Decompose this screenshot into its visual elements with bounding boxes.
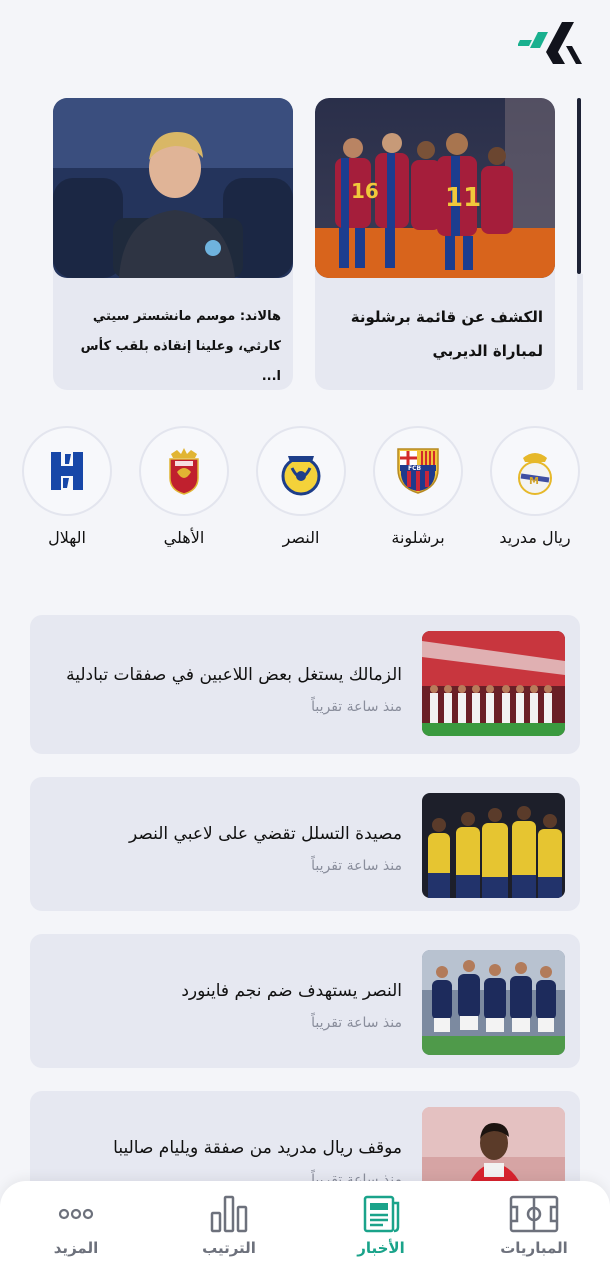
team-al-ahly[interactable]: الأهلي (138, 426, 230, 547)
news-thumbnail (422, 631, 565, 736)
team-real-madrid[interactable]: M ريال مدريد (489, 426, 581, 547)
al-nassr-crest-icon (281, 456, 321, 496)
app-logo (517, 22, 582, 66)
news-time: منذ ساعة تقريباً (311, 698, 402, 715)
team-logo-circle (256, 426, 346, 516)
featured-carousel: 16 11 الكشف عن قائمة برشلونة لمباراة الد… (0, 98, 610, 390)
nav-news[interactable]: الأخبار (326, 1195, 436, 1257)
news-time: منذ ساعة تقريباً (311, 1015, 402, 1031)
nav-matches[interactable]: المباريات (479, 1195, 589, 1257)
team-al-hilal[interactable]: الهلال (21, 426, 113, 547)
featured-title[interactable]: هالاند: موسم مانشستر سيتي كارثي، وعلينا … (53, 278, 293, 390)
news-title[interactable]: الزمالك يستغل بعض اللاعبين في صفقات تباد… (44, 655, 402, 695)
team-logo-circle (22, 426, 112, 516)
team-al-nassr[interactable]: النصر (255, 426, 347, 547)
featured-card-haaland[interactable]: هالاند: موسم مانشستر سيتي كارثي، وعلينا … (53, 98, 293, 390)
bottom-navigation: المباريات الأخبار الترتيب المزيد (0, 1181, 610, 1274)
team-name: ريال مدريد (499, 528, 571, 547)
svg-text:16: 16 (351, 179, 379, 203)
news-title[interactable]: مصيدة التسلل تقضي على لاعبي النصر (44, 814, 402, 854)
team-name: الأهلي (163, 528, 205, 547)
team-name: النصر (282, 528, 320, 547)
pitch-icon (509, 1195, 559, 1233)
real-madrid-crest-icon: M (518, 453, 552, 495)
news-text: مصيدة التسلل تقضي على لاعبي النصر منذ سا… (44, 777, 402, 911)
team-logo-circle: FCB (373, 426, 463, 516)
al-ahly-crest-icon (169, 448, 199, 495)
news-time: منذ ساعة تقريباً (311, 858, 402, 874)
news-text: الزمالك يستغل بعض اللاعبين في صفقات تباد… (44, 615, 402, 754)
nav-label: المباريات (500, 1239, 568, 1257)
news-text: النصر يستهدف ضم نجم فاينورد منذ ساعة تقر… (44, 934, 402, 1068)
svg-text:FCB: FCB (408, 465, 422, 472)
featured-card-peek-body (577, 274, 583, 390)
team-logo-circle (139, 426, 229, 516)
news-title[interactable]: موقف ريال مدريد من صفقة ويليام صاليبا (44, 1128, 402, 1168)
team-barcelona[interactable]: FCB برشلونة (372, 426, 464, 547)
featured-image-haaland (53, 98, 293, 278)
team-name: برشلونة (391, 528, 445, 547)
nav-more[interactable]: المزيد (21, 1195, 131, 1257)
newspaper-icon (363, 1195, 400, 1233)
team-logo-circle: M (490, 426, 580, 516)
barcelona-crest-icon: FCB (397, 448, 439, 494)
teams-strip: M ريال مدريد FCB برشلونة النصر الأهلي ال… (0, 426, 610, 556)
svg-text:M: M (529, 476, 539, 487)
nav-label: الترتيب (202, 1239, 256, 1257)
news-item[interactable]: الزمالك يستغل بعض اللاعبين في صفقات تباد… (30, 615, 580, 754)
news-item[interactable]: مصيدة التسلل تقضي على لاعبي النصر منذ سا… (30, 777, 580, 911)
news-thumbnail (422, 793, 565, 898)
nav-standings[interactable]: الترتيب (174, 1195, 284, 1257)
news-item[interactable]: النصر يستهدف ضم نجم فاينورد منذ ساعة تقر… (30, 934, 580, 1068)
news-thumbnail (422, 950, 565, 1055)
al-hilal-crest-icon (51, 452, 83, 490)
featured-image-barcelona: 16 11 (315, 98, 555, 278)
featured-title[interactable]: الكشف عن قائمة برشلونة لمباراة الديربي (315, 278, 555, 368)
news-title[interactable]: النصر يستهدف ضم نجم فاينورد (44, 971, 402, 1011)
featured-card-peek[interactable] (577, 98, 581, 274)
nav-label: المزيد (53, 1239, 99, 1257)
team-name: الهلال (48, 528, 86, 547)
featured-card-barcelona[interactable]: 16 11 الكشف عن قائمة برشلونة لمباراة الد… (315, 98, 555, 390)
more-dots-icon (58, 1208, 94, 1220)
svg-text:11: 11 (445, 183, 481, 213)
bar-chart-icon (210, 1195, 248, 1233)
nav-label: الأخبار (357, 1239, 405, 1257)
